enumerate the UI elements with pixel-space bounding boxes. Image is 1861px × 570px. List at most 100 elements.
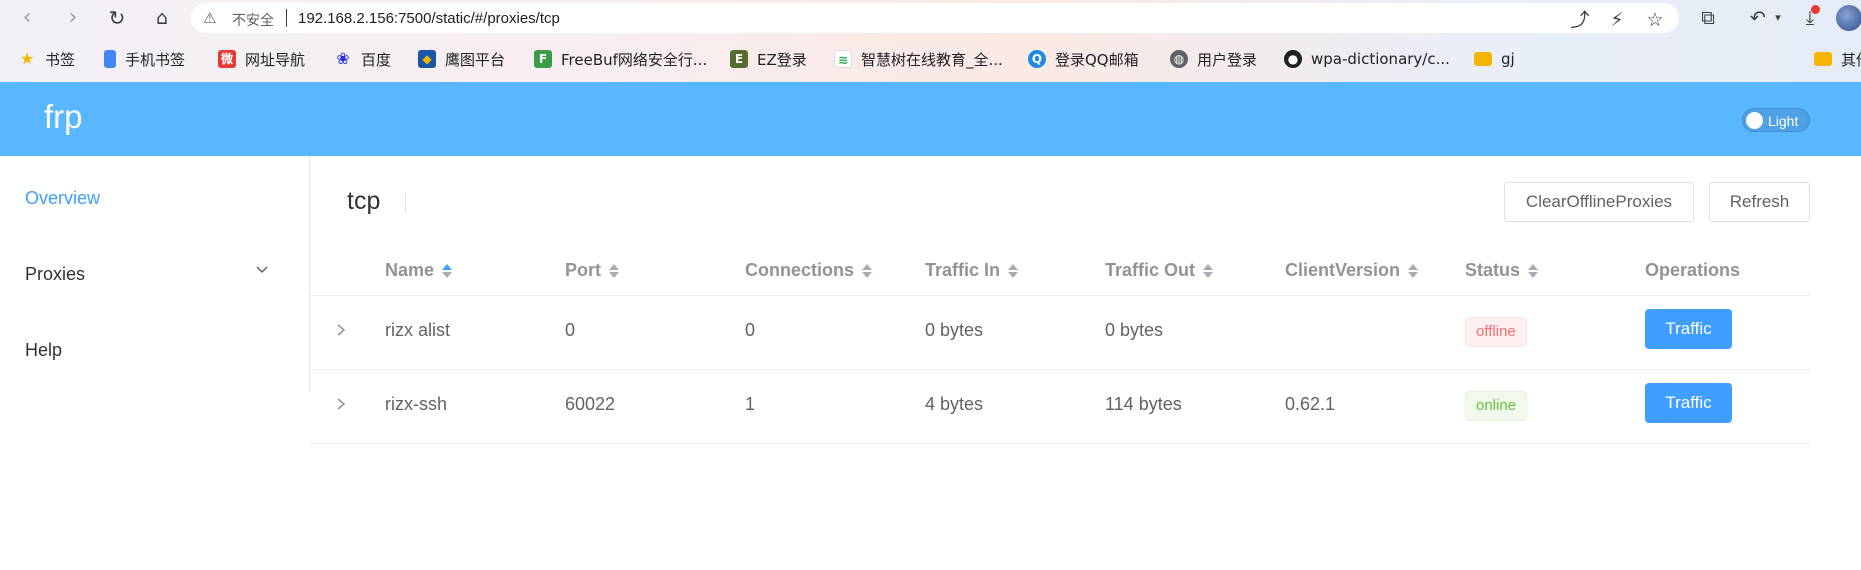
sort-icon[interactable] <box>1528 263 1539 279</box>
bookmark-label: wpa-dictionary/c... <box>1311 50 1450 68</box>
chevron-right-icon[interactable] <box>334 394 348 414</box>
address-separator <box>286 9 287 27</box>
bookmark-label: 手机书签 <box>125 50 186 69</box>
status-badge: offline <box>1465 317 1527 347</box>
sort-icon[interactable] <box>1408 263 1419 279</box>
traffic-button[interactable]: Traffic <box>1645 309 1732 349</box>
github-icon: ● <box>1284 50 1302 68</box>
folder-icon <box>1814 52 1832 66</box>
bookmark-item[interactable]: 其他 <box>1814 49 1861 69</box>
browser-toolbar: ‹ › ↻ ⌂ ⚠ 不安全 192.168.2.156:7500/static/… <box>0 0 1861 36</box>
notification-dot <box>1811 5 1820 14</box>
cell-traffic-in: 0 bytes <box>925 320 984 340</box>
cell-client-version: 0.62.1 <box>1285 394 1336 414</box>
table-row: rizx alist 0 0 0 bytes 0 bytes offline T… <box>310 296 1810 369</box>
sort-icon[interactable] <box>862 263 873 279</box>
bookmark-label: 智慧树在线教育_全... <box>861 50 1003 69</box>
zhihuishu-icon: ≋ <box>834 50 852 68</box>
chevron-down-icon[interactable] <box>255 262 269 276</box>
column-label: ClientVersion <box>1285 260 1401 280</box>
column-header-traffic-out[interactable]: Traffic Out <box>1105 260 1214 281</box>
bookmark-label: 登录QQ邮箱 <box>1055 50 1139 69</box>
forward-icon[interactable]: › <box>60 5 86 31</box>
bookmark-item[interactable]: Q 登录QQ邮箱 <box>1028 49 1139 69</box>
sidebar-item-overview[interactable]: Overview <box>25 188 100 209</box>
bookmark-item[interactable]: ❀ 百度 <box>334 49 391 69</box>
warning-icon[interactable]: ⚠ <box>203 9 216 27</box>
chevron-right-icon[interactable] <box>334 320 348 340</box>
folder-icon <box>1474 52 1492 66</box>
eagle-icon: ◆ <box>418 50 436 68</box>
sort-icon[interactable] <box>609 263 619 279</box>
bookmark-star-icon[interactable]: ☆ <box>1642 7 1668 33</box>
column-header-connections[interactable]: Connections <box>745 260 873 281</box>
url-text[interactable]: 192.168.2.156:7500/static/#/proxies/tcp <box>298 10 560 27</box>
app-header: frp Light <box>0 82 1861 156</box>
back-icon[interactable]: ‹ <box>14 5 40 31</box>
sidebar-item-proxies[interactable]: Proxies <box>25 264 85 285</box>
cell-connections: 1 <box>745 394 756 414</box>
cell-traffic-in: 4 bytes <box>925 394 984 414</box>
bookmark-item[interactable]: F FreeBuf网络安全行... <box>534 49 707 69</box>
bookmark-label: 网址导航 <box>245 50 306 69</box>
bookmark-label: EZ登录 <box>757 50 807 69</box>
freebuf-icon: F <box>534 50 552 68</box>
phone-icon <box>104 50 116 68</box>
bookmark-label: 百度 <box>361 50 392 69</box>
column-header-operations: Operations <box>1645 260 1740 281</box>
theme-toggle[interactable]: Light <box>1742 108 1810 132</box>
bookmark-label: FreeBuf网络安全行... <box>561 50 708 69</box>
cell-traffic-out: 114 bytes <box>1105 394 1182 414</box>
bookmark-item[interactable]: ★ 书签 <box>18 49 75 69</box>
bookmark-label: gj <box>1501 50 1515 68</box>
theme-label: Light <box>1768 113 1799 129</box>
globe-icon: ◍ <box>1170 50 1188 68</box>
sidebar: Overview Proxies Help <box>0 156 310 392</box>
clear-offline-proxies-button[interactable]: ClearOfflineProxies <box>1504 182 1694 222</box>
cell-port: 60022 <box>565 394 616 414</box>
column-label: Traffic Out <box>1105 260 1196 280</box>
column-header-port[interactable]: Port <box>565 260 619 281</box>
extensions-icon[interactable]: ⧉ <box>1694 5 1722 31</box>
sort-icon[interactable] <box>1008 263 1019 279</box>
column-label: Status <box>1465 260 1521 280</box>
sort-icon[interactable] <box>1203 263 1214 279</box>
home-icon[interactable]: ⌂ <box>149 5 175 31</box>
undo-dropdown-icon[interactable]: ▾ <box>1764 5 1792 31</box>
bookmark-item[interactable]: ◆ 鹰图平台 <box>418 49 505 69</box>
bookmark-item[interactable]: E EZ登录 <box>730 49 807 69</box>
sort-icon[interactable] <box>442 263 453 279</box>
share-icon[interactable]: ⤴ <box>1567 7 1593 33</box>
reload-icon[interactable]: ↻ <box>104 5 130 31</box>
ez-icon: E <box>730 50 748 68</box>
status-badge: online <box>1465 391 1528 421</box>
column-label: Connections <box>745 260 855 280</box>
bookmark-item[interactable]: gj <box>1474 49 1515 69</box>
bookmark-item[interactable]: ≋ 智慧树在线教育_全... <box>834 49 1003 69</box>
brand-logo[interactable]: frp <box>44 98 83 136</box>
bookmark-item[interactable]: ◍ 用户登录 <box>1170 49 1257 69</box>
column-label: Port <box>565 260 601 280</box>
column-header-name[interactable]: Name <box>385 260 453 281</box>
profile-avatar[interactable] <box>1836 5 1861 31</box>
security-label[interactable]: 不安全 <box>232 10 274 30</box>
bookmark-item[interactable]: 手机书签 <box>104 49 185 69</box>
column-header-status[interactable]: Status <box>1465 260 1539 281</box>
traffic-button[interactable]: Traffic <box>1645 383 1732 423</box>
column-header-client-version[interactable]: ClientVersion <box>1285 260 1419 281</box>
title-divider <box>405 192 406 212</box>
cell-name: rizx alist <box>385 320 451 340</box>
bookmark-item[interactable]: 微网址导航 <box>218 49 305 69</box>
star-icon: ★ <box>19 49 35 68</box>
lightning-icon[interactable]: ⚡ <box>1604 7 1630 33</box>
cell-traffic-out: 0 bytes <box>1105 320 1164 340</box>
qqmail-icon: Q <box>1028 50 1046 68</box>
bookmark-item[interactable]: ● wpa-dictionary/c... <box>1284 49 1450 69</box>
cell-name: rizx-ssh <box>385 394 447 414</box>
column-label: Name <box>385 260 435 280</box>
column-label: Operations <box>1645 260 1741 280</box>
column-header-traffic-in[interactable]: Traffic In <box>925 260 1019 281</box>
sidebar-item-help[interactable]: Help <box>25 340 62 361</box>
refresh-button[interactable]: Refresh <box>1709 182 1810 222</box>
address-bar[interactable]: ⚠ 不安全 192.168.2.156:7500/static/#/proxie… <box>191 3 1679 33</box>
